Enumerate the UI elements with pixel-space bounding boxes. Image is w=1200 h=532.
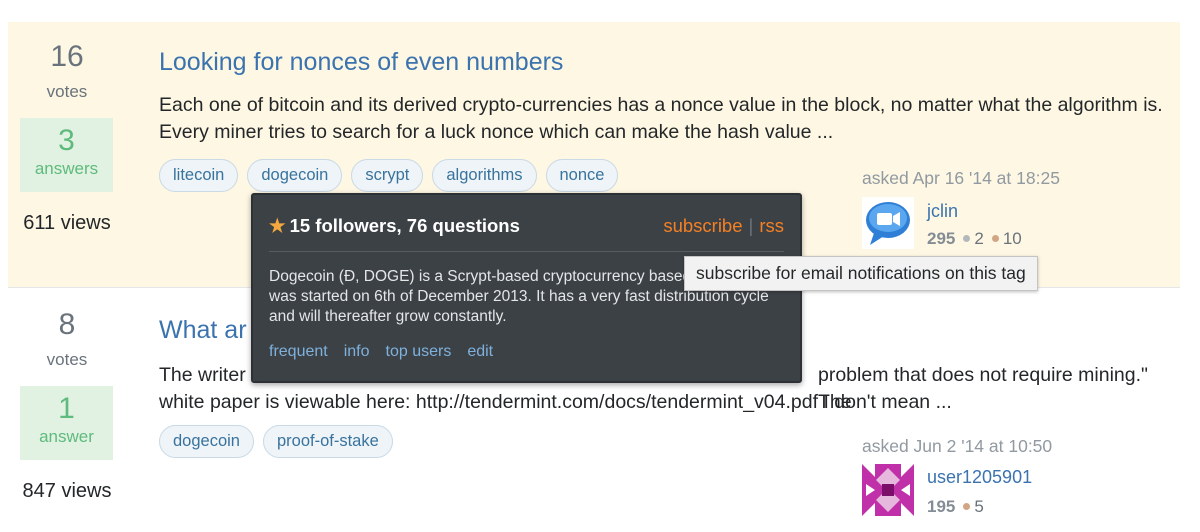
question-title-link[interactable]: What ar [159, 316, 247, 345]
silver-badge-icon [963, 235, 971, 243]
star-icon: ★ [269, 215, 286, 236]
info-link[interactable]: info [344, 343, 370, 361]
speech-bubble-video-avatar[interactable] [862, 197, 914, 249]
frequent-link[interactable]: frequent [269, 343, 328, 361]
reputation-score: 195 [927, 497, 956, 516]
answer-count: 3 [58, 124, 75, 157]
vote-label: votes [46, 350, 88, 369]
popup-links: frequent info top users edit [269, 343, 493, 361]
popup-divider [269, 251, 784, 252]
tag-dogecoin[interactable]: dogecoin [247, 159, 343, 192]
tag-list: dogecoin proof-of-stake [159, 425, 393, 458]
silver-badge-count: 2 [974, 229, 984, 248]
subscribe-tooltip: subscribe for email notifications on thi… [684, 256, 1038, 291]
asked-timestamp: asked Jun 2 '14 at 10:50 [862, 436, 1053, 456]
view-count: 847 views [22, 480, 112, 502]
vote-label: votes [46, 82, 88, 101]
bronze-badge-count: 5 [974, 497, 984, 516]
subscribe-link[interactable]: subscribe [663, 215, 742, 236]
user-reputation: 195 5 [927, 497, 984, 517]
tag-algorithms[interactable]: algorithms [432, 159, 537, 192]
purple-identicon-avatar[interactable] [862, 464, 914, 516]
answer-count-box: 3 answers [20, 118, 113, 192]
tag-dogecoin[interactable]: dogecoin [159, 425, 254, 458]
user-reputation: 295 2 10 [927, 229, 1022, 249]
user-name-link[interactable]: jclin [927, 201, 958, 222]
excerpt-start: The writer [159, 364, 246, 386]
tag-proof-of-stake[interactable]: proof-of-stake [262, 425, 393, 458]
edit-link[interactable]: edit [467, 343, 493, 361]
answer-count: 1 [58, 392, 75, 425]
rss-link[interactable]: rss [759, 215, 784, 236]
excerpt-end: problem that does not require mining." T… [818, 364, 1148, 413]
answer-label: answer [39, 427, 94, 446]
view-count: 611 views [23, 212, 111, 234]
tag-list: litecoin dogecoin scrypt algorithms nonc… [159, 159, 619, 192]
reputation-score: 295 [927, 229, 956, 248]
asked-timestamp: asked Apr 16 '14 at 18:25 [862, 168, 1060, 188]
vote-count: 16 [50, 40, 84, 73]
popup-actions: subscribe | rss [663, 215, 784, 237]
top-users-link[interactable]: top users [386, 343, 452, 361]
bronze-badge-icon [963, 503, 971, 511]
action-separator: | [748, 215, 754, 236]
bronze-badge-count: 10 [1002, 229, 1022, 248]
popup-header: ★ 15 followers, 76 questions [269, 215, 520, 237]
follower-summary: 15 followers, 76 questions [289, 215, 520, 236]
question-title-link[interactable]: Looking for nonces of even numbers [159, 48, 563, 77]
user-name-link[interactable]: user1205901 [927, 467, 1032, 488]
answer-count-box: 1 answer [20, 386, 113, 460]
bronze-badge-icon [991, 235, 999, 243]
vote-count: 8 [58, 308, 76, 341]
answer-label: answers [34, 159, 99, 178]
question-excerpt: Each one of bitcoin and its derived cryp… [159, 94, 1163, 143]
tag-scrypt[interactable]: scrypt [351, 159, 424, 192]
tag-litecoin[interactable]: litecoin [159, 159, 239, 192]
tag-nonce[interactable]: nonce [545, 159, 619, 192]
